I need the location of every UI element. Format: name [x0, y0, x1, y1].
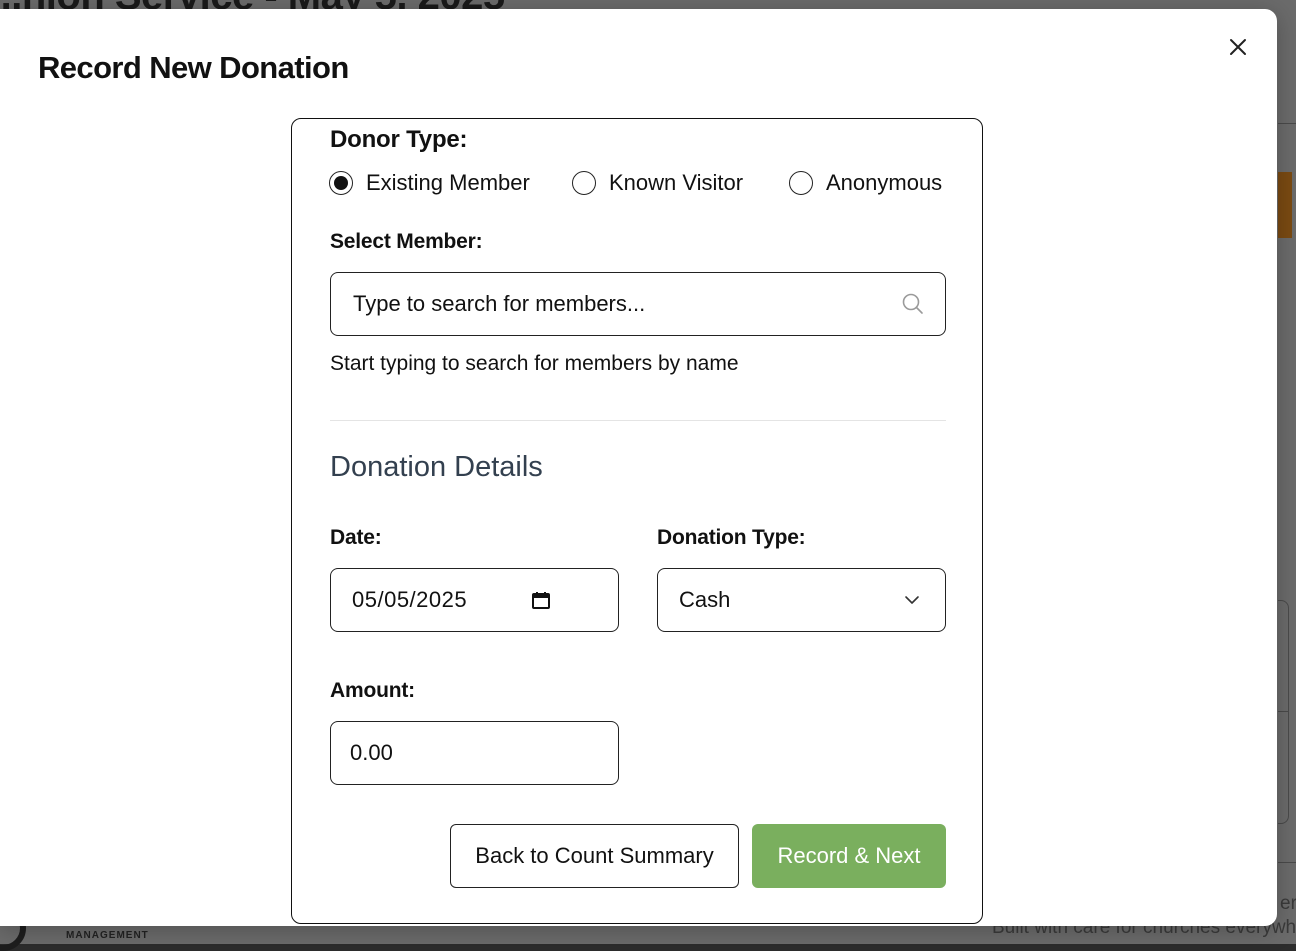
- record-and-next-button[interactable]: Record & Next: [752, 824, 946, 888]
- background-divider: [1278, 123, 1296, 124]
- member-search-field[interactable]: [330, 272, 946, 336]
- close-icon: [1230, 39, 1246, 55]
- chevron-down-icon: [905, 596, 919, 604]
- amount-label: Amount:: [330, 679, 415, 702]
- modal-title: Record New Donation: [38, 50, 349, 85]
- radio-existing-member[interactable]: Existing Member: [329, 169, 530, 197]
- record-donation-modal: Record New Donation Donor Type: Existing…: [0, 9, 1277, 926]
- date-label: Date:: [330, 526, 382, 549]
- date-field[interactable]: 05/05/2025: [330, 568, 619, 632]
- radio-known-visitor-control[interactable]: [572, 171, 596, 195]
- donation-type-select[interactable]: Cash: [657, 568, 946, 632]
- donation-type-label: Donation Type:: [657, 526, 806, 549]
- member-search-input[interactable]: [351, 290, 901, 318]
- radio-known-visitor[interactable]: Known Visitor: [572, 169, 743, 197]
- select-member-label: Select Member:: [330, 230, 483, 253]
- member-search-helper: Start typing to search for members by na…: [330, 352, 739, 375]
- donor-type-radio-group: Existing Member Known Visitor Anonymous: [329, 169, 949, 199]
- radio-anonymous-label: Anonymous: [826, 170, 943, 195]
- calendar-icon[interactable]: [531, 590, 551, 610]
- background-card: [1278, 600, 1289, 824]
- donation-type-value: Cash: [679, 587, 731, 612]
- radio-existing-member-control[interactable]: [329, 171, 353, 195]
- radio-anonymous[interactable]: Anonymous: [789, 169, 942, 197]
- radio-known-visitor-label: Known Visitor: [609, 170, 744, 195]
- close-button[interactable]: [1224, 33, 1252, 61]
- donation-form: Donor Type: Existing Member Known Visito…: [291, 118, 983, 924]
- amount-field[interactable]: 0.00: [330, 721, 619, 785]
- search-icon: [902, 293, 923, 314]
- background-action-button: [1278, 172, 1292, 238]
- background-logo-text: MANAGEMENT: [66, 930, 149, 941]
- section-divider: [330, 420, 946, 421]
- background-footer-fragment: er: [1280, 893, 1296, 914]
- amount-value: 0.00: [350, 740, 393, 765]
- background-card-divider: [1278, 711, 1289, 712]
- radio-anonymous-control[interactable]: [789, 171, 813, 195]
- radio-selected-dot: [334, 176, 348, 190]
- back-to-count-summary-button[interactable]: Back to Count Summary: [450, 824, 739, 888]
- background-footer-divider: [1278, 862, 1296, 863]
- donor-type-label: Donor Type:: [330, 126, 468, 153]
- donation-details-heading: Donation Details: [330, 451, 543, 483]
- date-value: 05/05/2025: [352, 587, 468, 612]
- radio-existing-member-label: Existing Member: [366, 170, 530, 195]
